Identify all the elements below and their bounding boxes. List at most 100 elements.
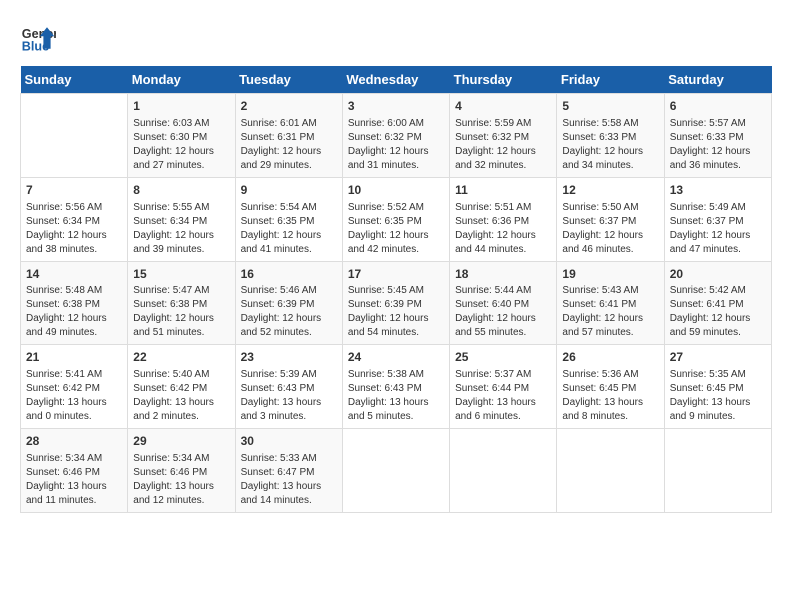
day-info: Sunrise: 5:52 AM Sunset: 6:35 PM Dayligh… [348,201,444,257]
day-number: 15 [133,266,229,283]
day-cell: 13 Sunrise: 5:49 AM Sunset: 6:37 PM Dayli… [664,177,771,261]
day-number: 11 [455,182,551,199]
week-row-5: 28 Sunrise: 5:34 AM Sunset: 6:46 PM Dayli… [21,429,772,513]
day-cell: 29 Sunrise: 5:34 AM Sunset: 6:46 PM Dayli… [128,429,235,513]
day-info: Sunrise: 5:51 AM Sunset: 6:36 PM Dayligh… [455,201,551,257]
day-info: Sunrise: 5:45 AM Sunset: 6:39 PM Dayligh… [348,284,444,340]
day-number: 14 [26,266,122,283]
day-info: Sunrise: 5:41 AM Sunset: 6:42 PM Dayligh… [26,368,122,424]
day-cell: 26 Sunrise: 5:36 AM Sunset: 6:45 PM Dayli… [557,345,664,429]
day-cell [342,429,449,513]
day-info: Sunrise: 5:36 AM Sunset: 6:45 PM Dayligh… [562,368,658,424]
day-cell: 10 Sunrise: 5:52 AM Sunset: 6:35 PM Dayli… [342,177,449,261]
day-cell: 15Sunrise: 5:47 AM Sunset: 6:38 PM Dayli… [128,261,235,345]
day-number: 6 [670,98,766,115]
header-row: SundayMondayTuesdayWednesdayThursdayFrid… [21,66,772,94]
day-cell: 5 Sunrise: 5:58 AM Sunset: 6:33 PM Daylig… [557,94,664,178]
day-number: 4 [455,98,551,115]
day-info: Sunrise: 5:56 AM Sunset: 6:34 PM Dayligh… [26,201,122,257]
day-number: 17 [348,266,444,283]
day-number: 9 [241,182,337,199]
day-cell: 9Sunrise: 5:54 AM Sunset: 6:35 PM Daylig… [235,177,342,261]
day-info: Sunrise: 5:57 AM Sunset: 6:33 PM Dayligh… [670,117,766,173]
day-cell: 17Sunrise: 5:45 AM Sunset: 6:39 PM Dayli… [342,261,449,345]
day-number: 20 [670,266,766,283]
day-cell: 2 Sunrise: 6:01 AM Sunset: 6:31 PM Daylig… [235,94,342,178]
day-info: Sunrise: 5:47 AM Sunset: 6:38 PM Dayligh… [133,284,229,340]
day-info: Sunrise: 6:00 AM Sunset: 6:32 PM Dayligh… [348,117,444,173]
day-cell [664,429,771,513]
week-row-3: 14Sunrise: 5:48 AM Sunset: 6:38 PM Dayli… [21,261,772,345]
day-number: 27 [670,349,766,366]
day-info: Sunrise: 5:33 AM Sunset: 6:47 PM Dayligh… [241,452,337,508]
day-info: Sunrise: 5:35 AM Sunset: 6:45 PM Dayligh… [670,368,766,424]
day-number: 5 [562,98,658,115]
column-header-friday: Friday [557,66,664,94]
day-cell [21,94,128,178]
column-header-wednesday: Wednesday [342,66,449,94]
day-number: 8 [133,182,229,199]
column-header-monday: Monday [128,66,235,94]
day-cell: 8Sunrise: 5:55 AM Sunset: 6:34 PM Daylig… [128,177,235,261]
day-number: 3 [348,98,444,115]
day-number: 28 [26,433,122,450]
day-info: Sunrise: 5:58 AM Sunset: 6:33 PM Dayligh… [562,117,658,173]
day-number: 25 [455,349,551,366]
day-number: 10 [348,182,444,199]
day-number: 16 [241,266,337,283]
calendar-body: 1 Sunrise: 6:03 AM Sunset: 6:30 PM Daylig… [21,94,772,513]
day-number: 29 [133,433,229,450]
day-number: 19 [562,266,658,283]
day-cell: 25Sunrise: 5:37 AM Sunset: 6:44 PM Dayli… [450,345,557,429]
calendar-table: SundayMondayTuesdayWednesdayThursdayFrid… [20,66,772,513]
day-info: Sunrise: 5:40 AM Sunset: 6:42 PM Dayligh… [133,368,229,424]
day-number: 13 [670,182,766,199]
day-info: Sunrise: 5:34 AM Sunset: 6:46 PM Dayligh… [133,452,229,508]
day-cell: 6 Sunrise: 5:57 AM Sunset: 6:33 PM Daylig… [664,94,771,178]
day-cell: 27 Sunrise: 5:35 AM Sunset: 6:45 PM Dayli… [664,345,771,429]
day-info: Sunrise: 5:38 AM Sunset: 6:43 PM Dayligh… [348,368,444,424]
column-header-sunday: Sunday [21,66,128,94]
day-info: Sunrise: 6:03 AM Sunset: 6:30 PM Dayligh… [133,117,229,173]
day-cell: 22 Sunrise: 5:40 AM Sunset: 6:42 PM Dayli… [128,345,235,429]
day-cell: 20Sunrise: 5:42 AM Sunset: 6:41 PM Dayli… [664,261,771,345]
day-cell: 11 Sunrise: 5:51 AM Sunset: 6:36 PM Dayli… [450,177,557,261]
day-info: Sunrise: 6:01 AM Sunset: 6:31 PM Dayligh… [241,117,337,173]
day-number: 24 [348,349,444,366]
week-row-1: 1 Sunrise: 6:03 AM Sunset: 6:30 PM Daylig… [21,94,772,178]
column-header-tuesday: Tuesday [235,66,342,94]
day-info: Sunrise: 5:46 AM Sunset: 6:39 PM Dayligh… [241,284,337,340]
column-header-thursday: Thursday [450,66,557,94]
day-info: Sunrise: 5:34 AM Sunset: 6:46 PM Dayligh… [26,452,122,508]
day-cell: 1 Sunrise: 6:03 AM Sunset: 6:30 PM Daylig… [128,94,235,178]
day-number: 26 [562,349,658,366]
day-number: 21 [26,349,122,366]
day-cell: 19Sunrise: 5:43 AM Sunset: 6:41 PM Dayli… [557,261,664,345]
day-info: Sunrise: 5:48 AM Sunset: 6:38 PM Dayligh… [26,284,122,340]
day-info: Sunrise: 5:50 AM Sunset: 6:37 PM Dayligh… [562,201,658,257]
day-cell: 28 Sunrise: 5:34 AM Sunset: 6:46 PM Dayli… [21,429,128,513]
calendar-header: SundayMondayTuesdayWednesdayThursdayFrid… [21,66,772,94]
column-header-saturday: Saturday [664,66,771,94]
day-number: 30 [241,433,337,450]
day-cell: 7 Sunrise: 5:56 AM Sunset: 6:34 PM Daylig… [21,177,128,261]
day-info: Sunrise: 5:42 AM Sunset: 6:41 PM Dayligh… [670,284,766,340]
week-row-4: 21 Sunrise: 5:41 AM Sunset: 6:42 PM Dayli… [21,345,772,429]
day-info: Sunrise: 5:49 AM Sunset: 6:37 PM Dayligh… [670,201,766,257]
day-number: 12 [562,182,658,199]
day-cell [450,429,557,513]
day-cell [557,429,664,513]
day-info: Sunrise: 5:59 AM Sunset: 6:32 PM Dayligh… [455,117,551,173]
day-number: 1 [133,98,229,115]
day-cell: 18Sunrise: 5:44 AM Sunset: 6:40 PM Dayli… [450,261,557,345]
day-number: 7 [26,182,122,199]
logo-icon: General Blue [20,20,56,56]
day-cell: 21 Sunrise: 5:41 AM Sunset: 6:42 PM Dayli… [21,345,128,429]
day-cell: 16Sunrise: 5:46 AM Sunset: 6:39 PM Dayli… [235,261,342,345]
day-number: 23 [241,349,337,366]
day-cell: 4 Sunrise: 5:59 AM Sunset: 6:32 PM Daylig… [450,94,557,178]
day-number: 18 [455,266,551,283]
day-cell: 24 Sunrise: 5:38 AM Sunset: 6:43 PM Dayli… [342,345,449,429]
day-number: 2 [241,98,337,115]
day-number: 22 [133,349,229,366]
